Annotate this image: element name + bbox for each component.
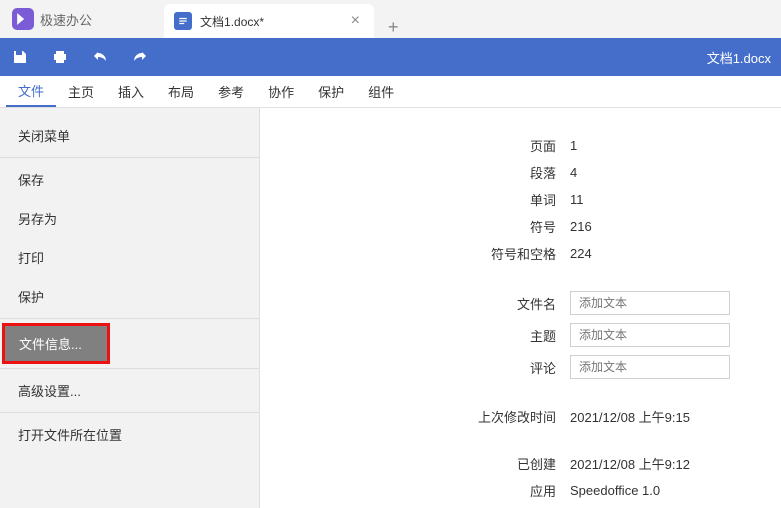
- menu-component[interactable]: 组件: [356, 76, 406, 107]
- document-title: 文档1.docx: [707, 48, 771, 67]
- menu-file[interactable]: 文件: [6, 76, 56, 107]
- label-comments: 评论: [280, 358, 570, 377]
- app-name: 极速办公: [40, 10, 92, 29]
- label-paragraphs: 段落: [280, 163, 570, 182]
- document-tab[interactable]: 文档1.docx* ×: [164, 4, 374, 38]
- sidebar-print[interactable]: 打印: [0, 238, 259, 277]
- input-comments[interactable]: [570, 355, 730, 379]
- menu-collab[interactable]: 协作: [256, 76, 306, 107]
- toolbar: 文档1.docx: [0, 38, 781, 76]
- divider: [0, 157, 259, 158]
- value-paragraphs: 4: [570, 165, 577, 180]
- menu-layout[interactable]: 布局: [156, 76, 206, 107]
- value-symbols: 216: [570, 219, 592, 234]
- highlight-annotation: 文件信息...: [2, 323, 110, 364]
- label-application: 应用: [280, 481, 570, 500]
- menu-bar: 文件 主页 插入 布局 参考 协作 保护 组件: [0, 76, 781, 108]
- title-bar: 极速办公 文档1.docx* × +: [0, 0, 781, 38]
- file-sidebar: 关闭菜单 保存 另存为 打印 保护 文件信息... 高级设置... 打开文件所在…: [0, 108, 260, 508]
- value-lastmod: 2021/12/08 上午9:15: [570, 407, 690, 426]
- label-symbols: 符号: [280, 217, 570, 236]
- input-subject[interactable]: [570, 323, 730, 347]
- add-tab-icon[interactable]: +: [374, 17, 413, 38]
- tab-label: 文档1.docx*: [200, 13, 339, 30]
- label-created: 已创建: [280, 454, 570, 473]
- value-pages: 1: [570, 138, 577, 153]
- label-lastmod: 上次修改时间: [280, 407, 570, 426]
- file-info-panel: 页面1 段落4 单词11 符号216 符号和空格224 文件名 主题 评论 上次…: [260, 108, 781, 508]
- menu-reference[interactable]: 参考: [206, 76, 256, 107]
- value-words: 11: [570, 192, 584, 207]
- label-filename: 文件名: [280, 294, 570, 313]
- undo-icon[interactable]: [90, 47, 110, 67]
- sidebar-save-as[interactable]: 另存为: [0, 199, 259, 238]
- label-subject: 主题: [280, 326, 570, 345]
- app-badge: 极速办公: [0, 8, 104, 30]
- sidebar-file-info[interactable]: 文件信息...: [5, 326, 107, 361]
- close-icon[interactable]: ×: [347, 12, 364, 30]
- redo-icon[interactable]: [130, 47, 150, 67]
- label-pages: 页面: [280, 136, 570, 155]
- print-icon[interactable]: [50, 47, 70, 67]
- sidebar-open-location[interactable]: 打开文件所在位置: [0, 415, 259, 454]
- divider: [0, 318, 259, 319]
- sidebar-protect[interactable]: 保护: [0, 277, 259, 316]
- label-symbols-space: 符号和空格: [280, 244, 570, 263]
- divider: [0, 412, 259, 413]
- label-words: 单词: [280, 190, 570, 209]
- doc-icon: [174, 12, 192, 30]
- value-symbols-space: 224: [570, 246, 592, 261]
- sidebar-save[interactable]: 保存: [0, 160, 259, 199]
- save-icon[interactable]: [10, 47, 30, 67]
- menu-protect[interactable]: 保护: [306, 76, 356, 107]
- value-application: Speedoffice 1.0: [570, 483, 660, 498]
- tab-strip: 文档1.docx* × +: [164, 0, 413, 38]
- sidebar-advanced[interactable]: 高级设置...: [0, 371, 259, 410]
- menu-insert[interactable]: 插入: [106, 76, 156, 107]
- divider: [0, 368, 259, 369]
- value-created: 2021/12/08 上午9:12: [570, 454, 690, 473]
- sidebar-close-menu[interactable]: 关闭菜单: [0, 116, 259, 155]
- app-logo-icon: [12, 8, 34, 30]
- input-filename[interactable]: [570, 291, 730, 315]
- menu-home[interactable]: 主页: [56, 76, 106, 107]
